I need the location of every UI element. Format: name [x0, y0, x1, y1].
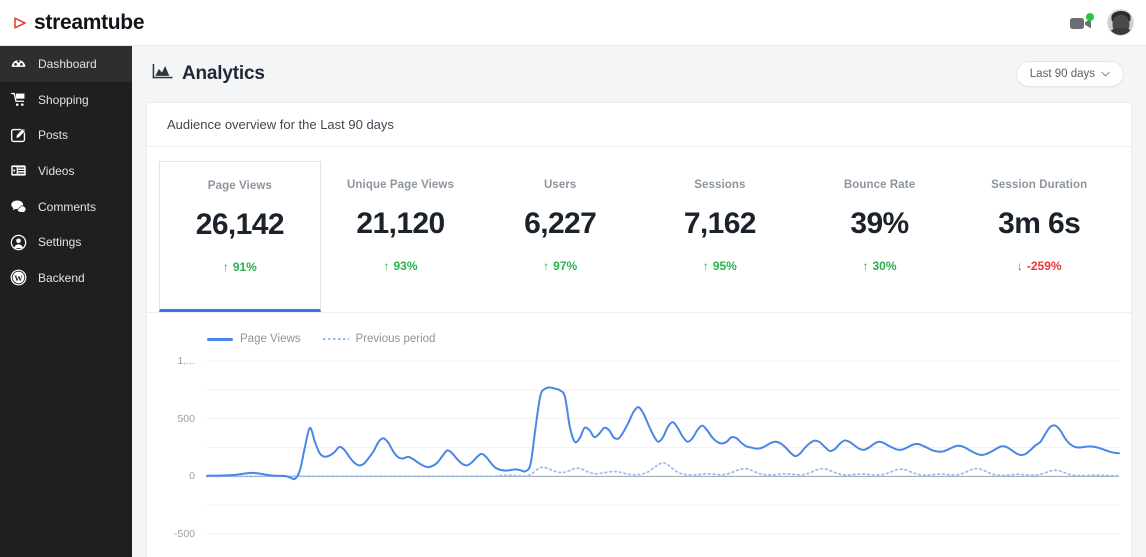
- shopping-cart-icon: [10, 91, 27, 108]
- chart-series-line: [206, 386, 1120, 481]
- stat-value: 21,120: [356, 207, 445, 240]
- svg-text:W: W: [14, 274, 23, 284]
- chart-series-line: [206, 461, 1120, 478]
- sidebar-item-dashboard[interactable]: Dashboard: [0, 46, 132, 82]
- sidebar-item-label: Comments: [38, 199, 97, 214]
- chart-y-tick-label: 1,...: [177, 355, 195, 367]
- sidebar-item-label: Backend: [38, 270, 85, 285]
- video-status-dot: [1086, 12, 1094, 21]
- sidebar-item-comments[interactable]: Comments: [0, 189, 132, 225]
- stat-value: 6,227: [524, 207, 597, 240]
- stat-delta-value: -259%: [1026, 259, 1062, 273]
- stats-row: Page Views 26,142 ↑ 91% Unique Page View…: [147, 147, 1131, 313]
- arrow-up-icon: ↑: [222, 260, 229, 274]
- sidebar-item-backend[interactable]: W Backend: [0, 260, 132, 296]
- top-bar: streamtube: [0, 0, 1146, 46]
- stat-delta: ↓ -259%: [963, 259, 1115, 273]
- comments-icon: [10, 198, 27, 215]
- top-bar-actions: [1069, 9, 1146, 36]
- brand-logo[interactable]: streamtube: [0, 10, 145, 35]
- sidebar: Dashboard Shopping Posts Videos Comments…: [0, 46, 132, 557]
- stat-value: 3m 6s: [998, 207, 1081, 240]
- chart-block: Page Views Previous period 1,... 500 0 -500: [147, 313, 1131, 540]
- stat-label: Page Views: [207, 180, 272, 192]
- stat-card-page-views[interactable]: Page Views 26,142 ↑ 91%: [159, 161, 321, 312]
- chevron-down-icon: [1101, 71, 1110, 77]
- stat-card-users[interactable]: Users 6,227 ↑ 97%: [480, 161, 640, 312]
- stat-delta: ↑ 95%: [644, 259, 796, 273]
- sidebar-item-label: Posts: [38, 128, 69, 143]
- speedometer-icon: [10, 55, 27, 72]
- sidebar-item-label: Shopping: [38, 92, 89, 107]
- play-triangle-icon: [14, 16, 26, 29]
- brand-name: streamtube: [34, 10, 145, 34]
- stat-label: Sessions: [694, 179, 746, 191]
- edit-square-icon: [10, 127, 27, 144]
- sidebar-item-settings[interactable]: Settings: [0, 224, 132, 260]
- stat-delta-value: 93%: [393, 259, 418, 273]
- chart-svg: [206, 360, 1120, 535]
- stat-delta: ↑ 97%: [484, 259, 636, 273]
- date-range-dropdown[interactable]: Last 90 days: [1015, 61, 1124, 87]
- sidebar-item-posts[interactable]: Posts: [0, 117, 132, 153]
- area-chart-icon: [152, 63, 173, 85]
- stat-label: Bounce Rate: [843, 179, 916, 191]
- stat-label: Unique Page Views: [347, 179, 454, 191]
- chart-y-tick-label: -500: [173, 528, 195, 540]
- stat-delta-value: 30%: [872, 259, 897, 273]
- page-title-group: Analytics: [152, 63, 265, 85]
- sidebar-item-label: Settings: [38, 235, 82, 250]
- stat-delta: ↑ 30%: [804, 259, 956, 273]
- sidebar-item-shopping[interactable]: Shopping: [0, 82, 132, 118]
- analytics-card: Audience overview for the Last 90 days P…: [146, 102, 1132, 557]
- stat-card-sessions[interactable]: Sessions 7,162 ↑ 95%: [640, 161, 800, 312]
- sidebar-item-label: Videos: [38, 163, 75, 178]
- page-title: Analytics: [182, 63, 265, 84]
- arrow-up-icon: ↑: [862, 259, 869, 273]
- stat-delta-value: 95%: [712, 259, 737, 273]
- chart-legend: Page Views Previous period: [161, 329, 1117, 349]
- main-content: Analytics Last 90 days Audience overview…: [132, 46, 1146, 557]
- stat-value: 26,142: [195, 208, 285, 241]
- arrow-up-icon: ↑: [383, 259, 390, 273]
- legend-label: Previous period: [355, 333, 436, 345]
- date-range-label: Last 90 days: [1029, 68, 1095, 80]
- stat-card-session-duration[interactable]: Session Duration 3m 6s ↓ -259%: [959, 161, 1119, 312]
- card-subtitle: Audience overview for the Last 90 days: [147, 103, 1131, 147]
- page-header: Analytics Last 90 days: [132, 46, 1146, 102]
- chart-y-tick-label: 0: [189, 470, 195, 483]
- stat-delta-value: 91%: [232, 260, 257, 274]
- sidebar-item-label: Dashboard: [38, 56, 97, 71]
- arrow-up-icon: ↑: [702, 259, 709, 273]
- video-list-icon: [10, 162, 27, 179]
- legend-label: Page Views: [240, 333, 301, 345]
- arrow-down-icon: ↓: [1016, 259, 1023, 273]
- stat-value: 7,162: [683, 207, 757, 240]
- legend-swatch-solid-icon: [207, 337, 233, 341]
- stat-delta: ↑ 93%: [325, 259, 477, 273]
- stat-label: Session Duration: [991, 179, 1088, 191]
- stat-delta: ↑ 91%: [164, 260, 316, 274]
- chart-y-tick-label: 500: [177, 412, 195, 425]
- stat-card-bounce-rate[interactable]: Bounce Rate 39% ↑ 30%: [800, 161, 960, 312]
- wordpress-icon: W: [10, 269, 27, 286]
- legend-item-page-views[interactable]: Page Views: [207, 333, 301, 345]
- avatar-shoulders: [1108, 28, 1133, 35]
- sidebar-item-videos[interactable]: Videos: [0, 153, 132, 189]
- video-camera-icon[interactable]: [1069, 12, 1094, 32]
- chart-plot-area[interactable]: 1,... 500 0 -500: [161, 355, 1120, 540]
- legend-item-previous-period[interactable]: Previous period: [322, 333, 436, 345]
- user-circle-icon: [10, 234, 27, 251]
- stat-card-unique-page-views[interactable]: Unique Page Views 21,120 ↑ 93%: [321, 161, 481, 312]
- arrow-up-icon: ↑: [543, 259, 550, 273]
- stat-delta-value: 97%: [553, 259, 578, 273]
- legend-swatch-dotted-icon: [322, 338, 349, 340]
- avatar[interactable]: [1107, 9, 1134, 36]
- stat-value: 39%: [850, 207, 909, 240]
- stat-label: Users: [543, 179, 577, 191]
